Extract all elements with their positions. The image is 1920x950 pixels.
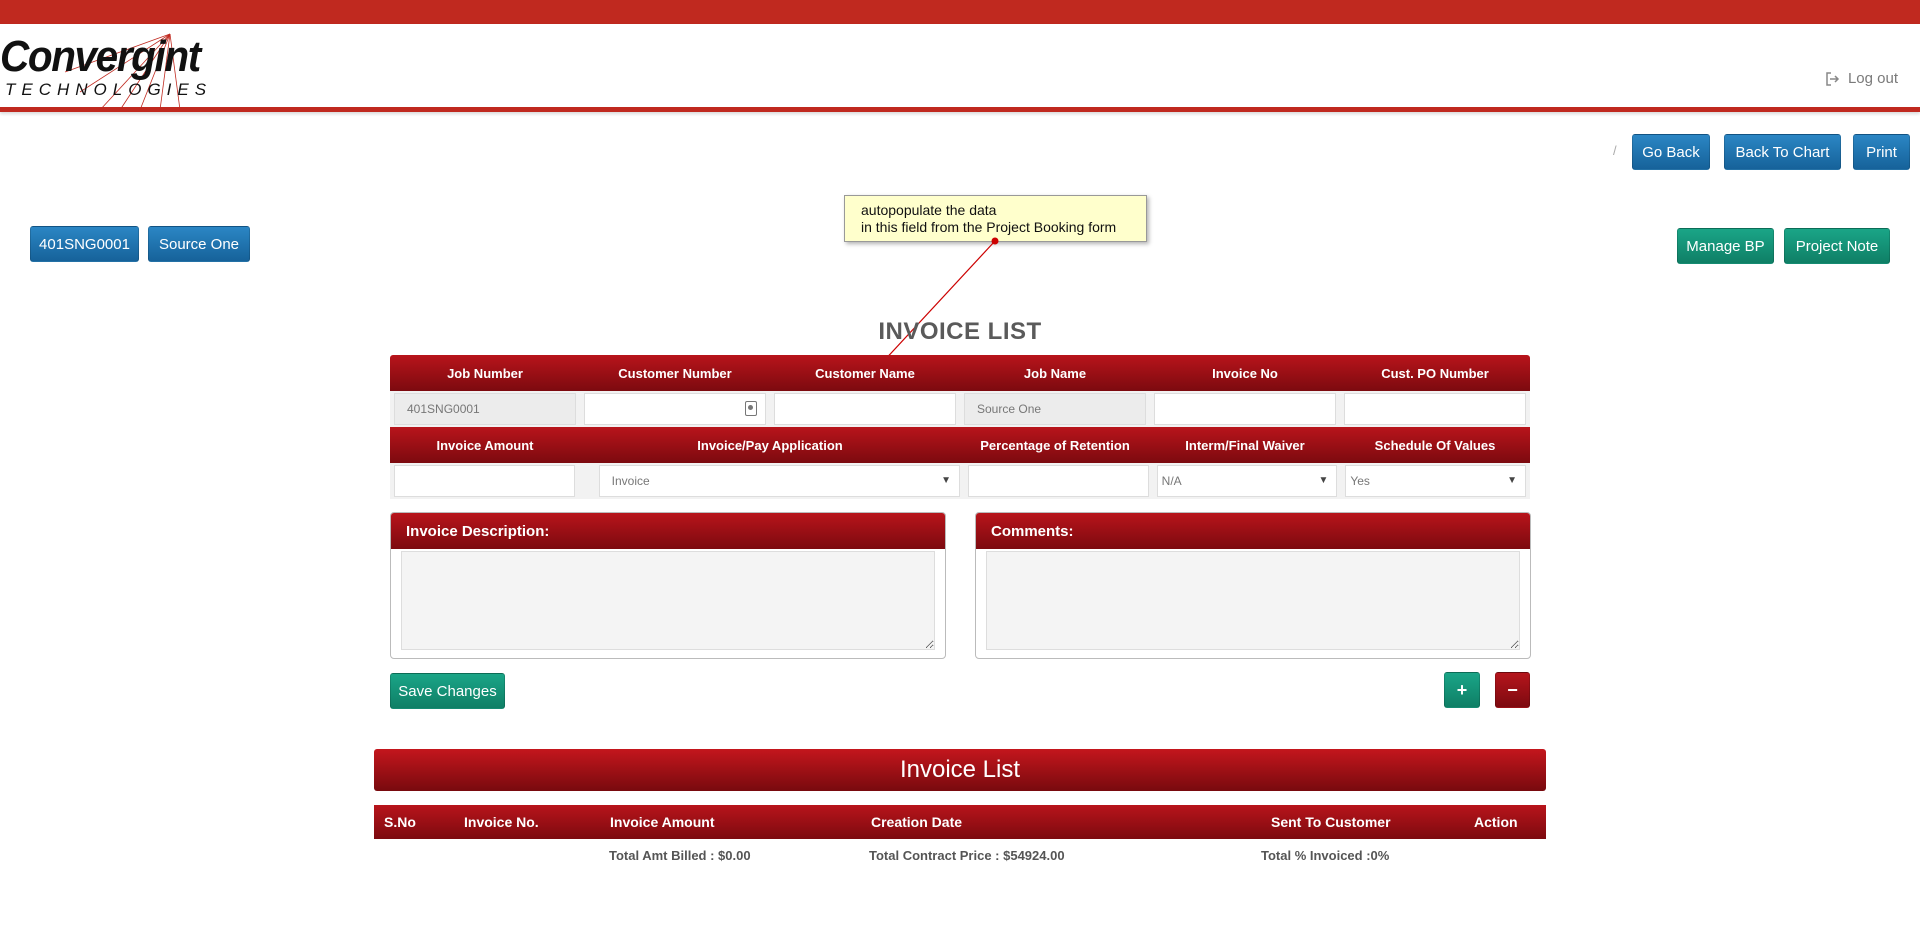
- customer-number-field[interactable]: [584, 393, 766, 425]
- convergint-logo[interactable]: Convergint TECHNOLOGIES: [0, 32, 206, 112]
- logout-label: Log out: [1847, 70, 1898, 87]
- form-header-row-1: Job Number Customer Number Customer Name…: [390, 355, 1530, 391]
- col-creation-date: Creation Date: [871, 814, 963, 830]
- dropdown-arrow-icon: ▼: [941, 475, 951, 486]
- schedule-of-values-value: Yes: [1350, 474, 1370, 488]
- breadcrumb-separator: /: [1613, 143, 1617, 158]
- annotation-callout: autopopulate the data in this field from…: [844, 195, 1147, 242]
- print-button[interactable]: Print: [1853, 134, 1910, 170]
- dropdown-arrow-icon: ▼: [1318, 475, 1329, 486]
- header-pay-application: Invoice/Pay Application: [697, 437, 843, 453]
- header-schedule-of-values: Schedule Of Values: [1374, 437, 1496, 453]
- dropdown-arrow-icon: ▼: [1507, 475, 1518, 486]
- invoice-description-textarea[interactable]: [401, 551, 935, 650]
- job-name-badge[interactable]: Source One: [148, 226, 250, 262]
- total-percent-invoiced: Total % Invoiced :0%: [1261, 848, 1390, 863]
- page-title: INVOICE LIST: [878, 318, 1042, 345]
- add-row-button[interactable]: +: [1444, 672, 1480, 708]
- header-invoice-amount: Invoice Amount: [436, 437, 534, 453]
- header-retention: Percentage of Retention: [980, 437, 1130, 453]
- logout-link[interactable]: Log out: [1826, 70, 1898, 87]
- top-accent-bar: [0, 0, 1920, 24]
- form-input-row-2: Invoice ▼ N/A ▼ Yes ▼: [390, 463, 1530, 499]
- contact-lookup-icon[interactable]: [745, 401, 757, 416]
- logo-wordmark: Convergint: [0, 32, 201, 81]
- job-name-field: Source One: [964, 393, 1146, 425]
- job-number-badge[interactable]: 401SNG0001: [30, 226, 139, 262]
- logo-subtitle: TECHNOLOGIES: [5, 80, 213, 99]
- comments-textarea[interactable]: [986, 551, 1520, 650]
- col-sno: S.No: [384, 814, 416, 830]
- form-input-row-1: 401SNG0001 Source One: [390, 391, 1530, 427]
- invoice-description-label: Invoice Description:: [391, 513, 945, 549]
- job-number-field: 401SNG0001: [394, 393, 576, 425]
- header-job-name: Job Name: [1023, 365, 1087, 381]
- header-invoice-no: Invoice No: [1212, 365, 1278, 381]
- annotation-line-1: autopopulate the data: [861, 202, 997, 218]
- save-changes-button[interactable]: Save Changes: [390, 673, 505, 709]
- invoice-description-panel: Invoice Description:: [390, 512, 946, 659]
- invoice-amount-field[interactable]: [394, 465, 575, 497]
- invoice-list-header: S.No Invoice No. Invoice Amount Creation…: [374, 805, 1546, 839]
- schedule-of-values-select[interactable]: Yes ▼: [1345, 465, 1527, 497]
- annotation-line-2: in this field from the Project Booking f…: [861, 219, 1117, 235]
- col-invoice-amount: Invoice Amount: [610, 814, 715, 830]
- invoice-no-field[interactable]: [1154, 393, 1336, 425]
- header-job-number: Job Number: [447, 365, 523, 381]
- pay-application-value: Invoice: [611, 474, 650, 488]
- sign-out-icon: [1826, 71, 1840, 86]
- pay-application-select[interactable]: Invoice ▼: [598, 465, 960, 497]
- remove-row-button[interactable]: −: [1495, 672, 1530, 708]
- manage-bp-button[interactable]: Manage BP: [1677, 228, 1774, 264]
- total-amt-billed: Total Amt Billed : $0.00: [609, 848, 751, 863]
- col-invoice-no: Invoice No.: [464, 814, 539, 830]
- customer-name-field[interactable]: [774, 393, 956, 425]
- invoice-list-banner: Invoice List: [374, 749, 1546, 791]
- header-cust-po-number: Cust. PO Number: [1381, 365, 1489, 381]
- comments-panel: Comments:: [975, 512, 1531, 659]
- header-customer-name: Customer Name: [815, 365, 915, 381]
- invoice-form-grid: Job Number Customer Number Customer Name…: [390, 355, 1530, 499]
- go-back-button[interactable]: Go Back: [1632, 134, 1710, 170]
- comments-label: Comments:: [976, 513, 1530, 549]
- col-action: Action: [1474, 814, 1518, 830]
- app-header: Convergint TECHNOLOGIES Log out: [0, 24, 1920, 112]
- header-waiver: Interm/Final Waiver: [1185, 437, 1305, 453]
- waiver-select[interactable]: N/A ▼: [1156, 465, 1338, 497]
- project-note-button[interactable]: Project Note: [1784, 228, 1890, 264]
- form-header-row-2: Invoice Amount Invoice/Pay Application P…: [390, 427, 1530, 463]
- col-sent-to-customer: Sent To Customer: [1271, 814, 1391, 830]
- back-to-chart-button[interactable]: Back To Chart: [1724, 134, 1841, 170]
- cust-po-number-field[interactable]: [1344, 393, 1526, 425]
- retention-field[interactable]: [968, 465, 1149, 497]
- waiver-value: N/A: [1161, 474, 1182, 488]
- header-customer-number: Customer Number: [618, 365, 732, 381]
- total-contract-price: Total Contract Price : $54924.00: [869, 848, 1065, 863]
